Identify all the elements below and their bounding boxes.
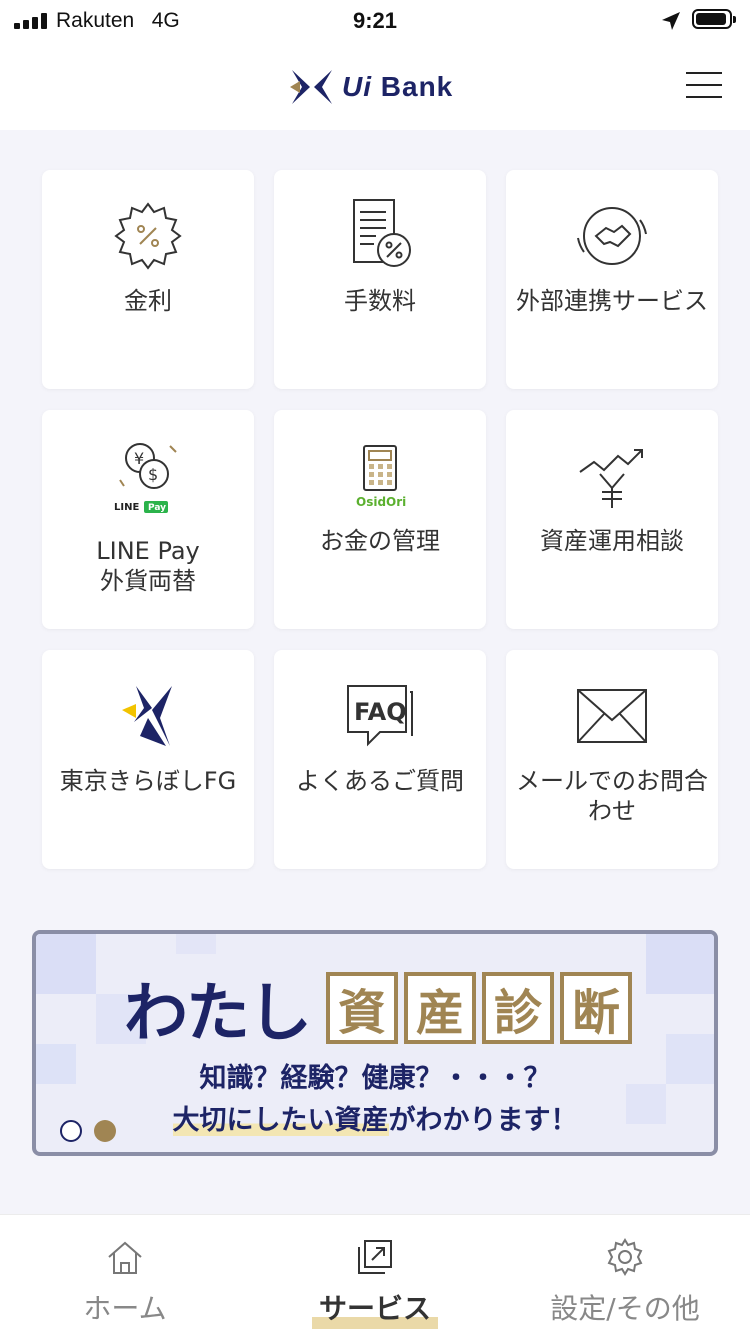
tile-label: 資産運用相談: [540, 527, 684, 555]
carousel-dot-2[interactable]: [94, 1120, 116, 1142]
tile-label: 手数料: [344, 287, 416, 315]
banner-title: わたし 資 産 診 断: [124, 962, 632, 1054]
faq-icon: FAQ: [347, 685, 413, 747]
tile-label: 外部連携サービス: [516, 287, 708, 315]
tile-faq[interactable]: FAQ よくあるご質問: [274, 650, 486, 869]
star-logo-icon: [290, 70, 332, 104]
asset-diagnosis-banner[interactable]: わたし 資 産 診 断 知識？経験？健康？・・・？ 大切にしたい資産がわかります…: [32, 930, 718, 1156]
tile-external-services[interactable]: 外部連携サービス: [506, 170, 718, 389]
kiraboshi-logo-icon: [122, 686, 172, 746]
tile-asset-consultation[interactable]: 資産運用相談: [506, 410, 718, 629]
yen-chart-icon: [579, 449, 643, 508]
tab-label: サービス: [318, 1292, 431, 1325]
handshake-icon: [577, 207, 647, 265]
status-bar: Rakuten 4G 9:21: [0, 0, 750, 44]
logo-wordmark: Ui Bank: [342, 71, 454, 102]
tab-label: ホーム: [83, 1292, 167, 1325]
tile-label: LINE Pay 外貨両替: [96, 537, 200, 595]
tile-label: 東京きらぼしFG: [59, 767, 237, 795]
document-percent-icon: [353, 199, 411, 267]
tile-label: よくあるご質問: [296, 767, 464, 795]
service-icon: [358, 1240, 392, 1274]
battery-icon: [692, 9, 736, 29]
svg-text:FAQ: FAQ: [354, 698, 407, 726]
tab-settings[interactable]: 設定/その他: [500, 1215, 750, 1335]
banner-subtitle: 知識？経験？健康？・・・？: [199, 1063, 551, 1094]
svg-text:Pay: Pay: [148, 503, 166, 513]
tile-kiraboshi-fg[interactable]: 東京きらぼしFG: [42, 650, 254, 869]
tile-fees[interactable]: 手数料: [274, 170, 486, 389]
home-icon: [108, 1241, 142, 1274]
svg-text:$: $: [148, 465, 158, 484]
svg-text:LINE: LINE: [114, 502, 139, 513]
ui-bank-logo[interactable]: Ui Bank: [288, 64, 453, 110]
carousel-dot-1[interactable]: [60, 1120, 82, 1142]
gear-icon: [607, 1238, 643, 1276]
tile-money-management[interactable]: OsidOri お金の管理: [274, 410, 486, 629]
location-arrow-icon: [662, 12, 680, 30]
tab-service[interactable]: サービス: [250, 1215, 500, 1335]
tab-home[interactable]: ホーム: [0, 1215, 250, 1335]
tile-label: お金の管理: [320, 527, 440, 555]
tile-label: 金利: [124, 287, 172, 315]
percent-gear-icon: [114, 202, 182, 270]
tile-interest-rate[interactable]: 金利: [42, 170, 254, 389]
envelope-icon: [577, 689, 647, 743]
app-header: Ui Bank: [0, 44, 750, 130]
svg-text:OsidOri: OsidOri: [356, 495, 406, 509]
banner-tagline: 大切にしたい資産がわかります！: [172, 1105, 578, 1136]
tile-email-inquiry[interactable]: メールでのお問合 わせ: [506, 650, 718, 869]
status-time: 9:21: [352, 8, 398, 33]
bottom-tab-bar: ホーム サービス 設定/その他: [0, 1214, 750, 1335]
tab-label: 設定/その他: [550, 1292, 700, 1325]
tile-line-pay-exchange[interactable]: ¥ $ LINE Pay LINE Pay 外貨両替: [42, 410, 254, 629]
tile-label: メールでのお問合 わせ: [516, 767, 708, 825]
calculator-icon: OsidOri: [356, 445, 406, 509]
currency-exchange-icon: ¥ $ LINE Pay: [114, 443, 177, 513]
hamburger-icon[interactable]: [686, 72, 722, 100]
